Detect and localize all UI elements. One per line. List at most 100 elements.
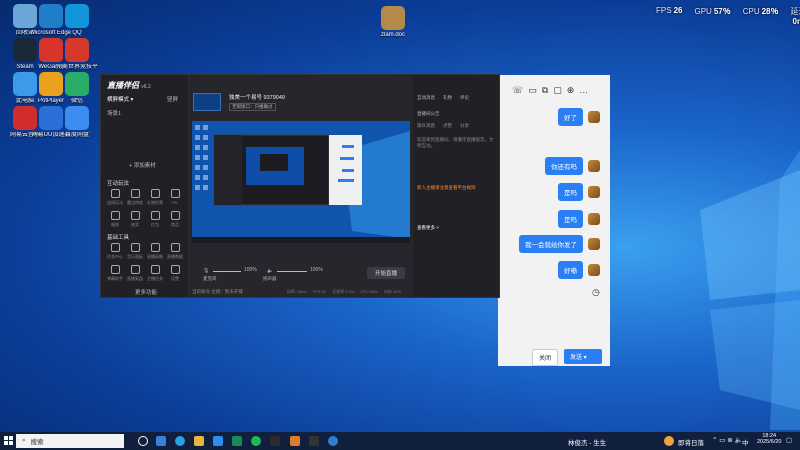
stat-item[interactable]: CPU 28% [360,289,378,295]
phone-icon[interactable]: ☏ [512,85,523,96]
taskbar-search[interactable]: ⌕ 搜索 [16,434,124,448]
stat-item[interactable]: 码率: 0kb/s [287,289,307,295]
avatar[interactable] [588,160,600,172]
tools-section-title: 基础工具 [107,235,130,241]
file-icon [381,6,405,30]
streamer-name: 独美一个易号 9379049 [229,95,285,101]
avatar[interactable] [588,213,600,225]
message-bubble[interactable]: 好嘞 [558,261,583,279]
video-icon[interactable]: ▭ [528,85,537,96]
notice-title: 直播间公告 [417,111,440,116]
room-title[interactable]: 无限接口：只推做过 [229,103,276,111]
notification-icon[interactable]: ▢ [786,436,792,444]
now-playing-text[interactable]: 林俊杰 - 生生 [568,437,606,447]
tool-button[interactable]: 连线玩法 [107,189,123,206]
chat-message: 好嘞 [558,261,600,279]
stream-preview[interactable] [192,121,410,243]
weather-icon[interactable] [664,436,674,446]
file-explorer-icon[interactable] [194,436,204,446]
screen-share-icon[interactable]: ⧉ [542,85,548,96]
start-live-button[interactable]: 开始直播 [367,267,405,279]
app-icon-1[interactable] [232,436,242,446]
panel-subtab[interactable]: 分享 [460,123,469,129]
message-bubble[interactable]: 好了 [558,108,583,126]
edge-icon[interactable] [175,436,185,446]
desktop-icon[interactable]: QQ [56,4,98,37]
taskbar: ⌕ 搜索 林俊杰 - 生生 即将日落 ⌃ ▭ ⊛ 🔈 中 18:24 2025/… [0,432,800,450]
live-app-taskbar-icon[interactable] [290,436,300,446]
clock[interactable]: 18:24 2025/6/20 [757,433,781,445]
mic-icon[interactable]: 🎙 [203,268,209,274]
app-icon-5[interactable] [328,436,338,446]
app-brand: 直播伴侣 v8.2 [107,81,151,90]
tool-button[interactable]: 魔法特效 [127,189,143,206]
tool-button[interactable]: 福袋 [107,211,123,228]
stat-item[interactable]: 丢帧率 0.0% [332,289,354,295]
tool-button[interactable]: 任务中心 [107,243,123,260]
tool-button[interactable]: 设置 [167,265,183,282]
panel-subtab[interactable]: 观众消息 [417,123,435,129]
tool-button[interactable]: 主播任务 [147,265,163,282]
windows-start-icon[interactable] [4,436,13,445]
mic-volume-slider[interactable] [213,271,241,272]
tool-button[interactable]: 礼物投票 [147,189,163,206]
tool-button[interactable]: 直播复盘 [127,265,143,282]
speaker-volume-slider[interactable] [277,271,307,272]
scene-tab[interactable]: 场景1 [107,109,121,117]
portrait-toggle[interactable]: 竖屏 [167,95,178,103]
task-view-icon[interactable] [138,436,148,446]
tool-button[interactable]: PK [167,189,183,205]
panel-tab[interactable]: 礼物 [443,95,452,101]
panel-tab[interactable]: 评论 [460,95,469,101]
tool-button[interactable]: 抽奖 [127,211,143,228]
app-icon-2[interactable] [251,436,261,446]
close-button[interactable]: 关闭 [532,349,559,366]
send-button[interactable]: 发送 ▾ [564,349,602,364]
remote-icon[interactable]: ▢ [553,85,562,96]
tool-button[interactable]: 音乐面板 [127,243,143,260]
tool-button[interactable]: 直播数据 [167,243,183,260]
panel-tab[interactable]: 互动消息 [417,95,435,101]
add-icon[interactable]: ⊕ [567,85,575,96]
message-bubble[interactable]: 你还有吗 [545,157,583,175]
desktop-icon[interactable]: 完美世界竞技平台 [56,38,98,71]
avatar[interactable] [588,264,600,276]
stat-item[interactable]: 内存 42% [384,289,401,295]
avatar[interactable] [588,111,600,123]
panel-subtab[interactable]: 点赞 [443,123,452,129]
message-bubble[interactable]: 我一会就给你发了 [519,235,583,253]
tool-icon [150,243,160,252]
desktop-icon[interactable]: 微信 [56,72,98,105]
app-icon-3[interactable] [270,436,280,446]
more-features-link[interactable]: 更多功能 [135,288,157,296]
message-bubble[interactable]: 是吗 [558,210,583,228]
tool-button[interactable]: 商品 [167,211,183,228]
more-icon[interactable]: … [579,85,588,95]
desktop-icon[interactable]: 百度网盘 [56,106,98,139]
ime-indicator[interactable]: 中 [742,437,749,447]
mode-selector[interactable]: 横屏模式 ▾ [107,95,133,103]
store-icon[interactable] [213,436,223,446]
app-icon [65,106,89,130]
tool-icon [110,211,120,220]
avatar[interactable] [588,238,600,250]
message-bubble[interactable]: 是吗 [558,183,583,201]
add-material-link[interactable]: + 添加素材 [129,161,156,169]
weather-text[interactable]: 即将日落 [678,437,704,447]
more-link[interactable]: 查看更多 > [417,225,495,231]
tool-button[interactable]: 弹幕助手 [107,265,123,282]
history-icon[interactable]: ◷ [592,287,600,298]
preview-panel: 独美一个易号 9379049 无限接口：只推做过 🎙 100% 🔈 100% 麦… [189,75,413,297]
notice-highlight: 新人主播请注意查看平台规则 [417,185,476,190]
stream-thumbnail[interactable] [193,93,221,111]
tool-button[interactable]: 直播录制 [147,243,163,260]
tool-icon [150,265,160,274]
stat-item[interactable]: FPS 60 [313,289,326,295]
tray-icons[interactable]: ⌃ ▭ ⊛ 🔈 [712,436,743,444]
avatar[interactable] [588,186,600,198]
speaker-icon[interactable]: 🔈 [267,268,273,274]
desktop-icon-file[interactable]: zlam.doc [372,6,414,39]
widgets-icon[interactable] [156,436,166,446]
tool-button[interactable]: 红包 [147,211,163,228]
app-icon-4[interactable] [309,436,319,446]
